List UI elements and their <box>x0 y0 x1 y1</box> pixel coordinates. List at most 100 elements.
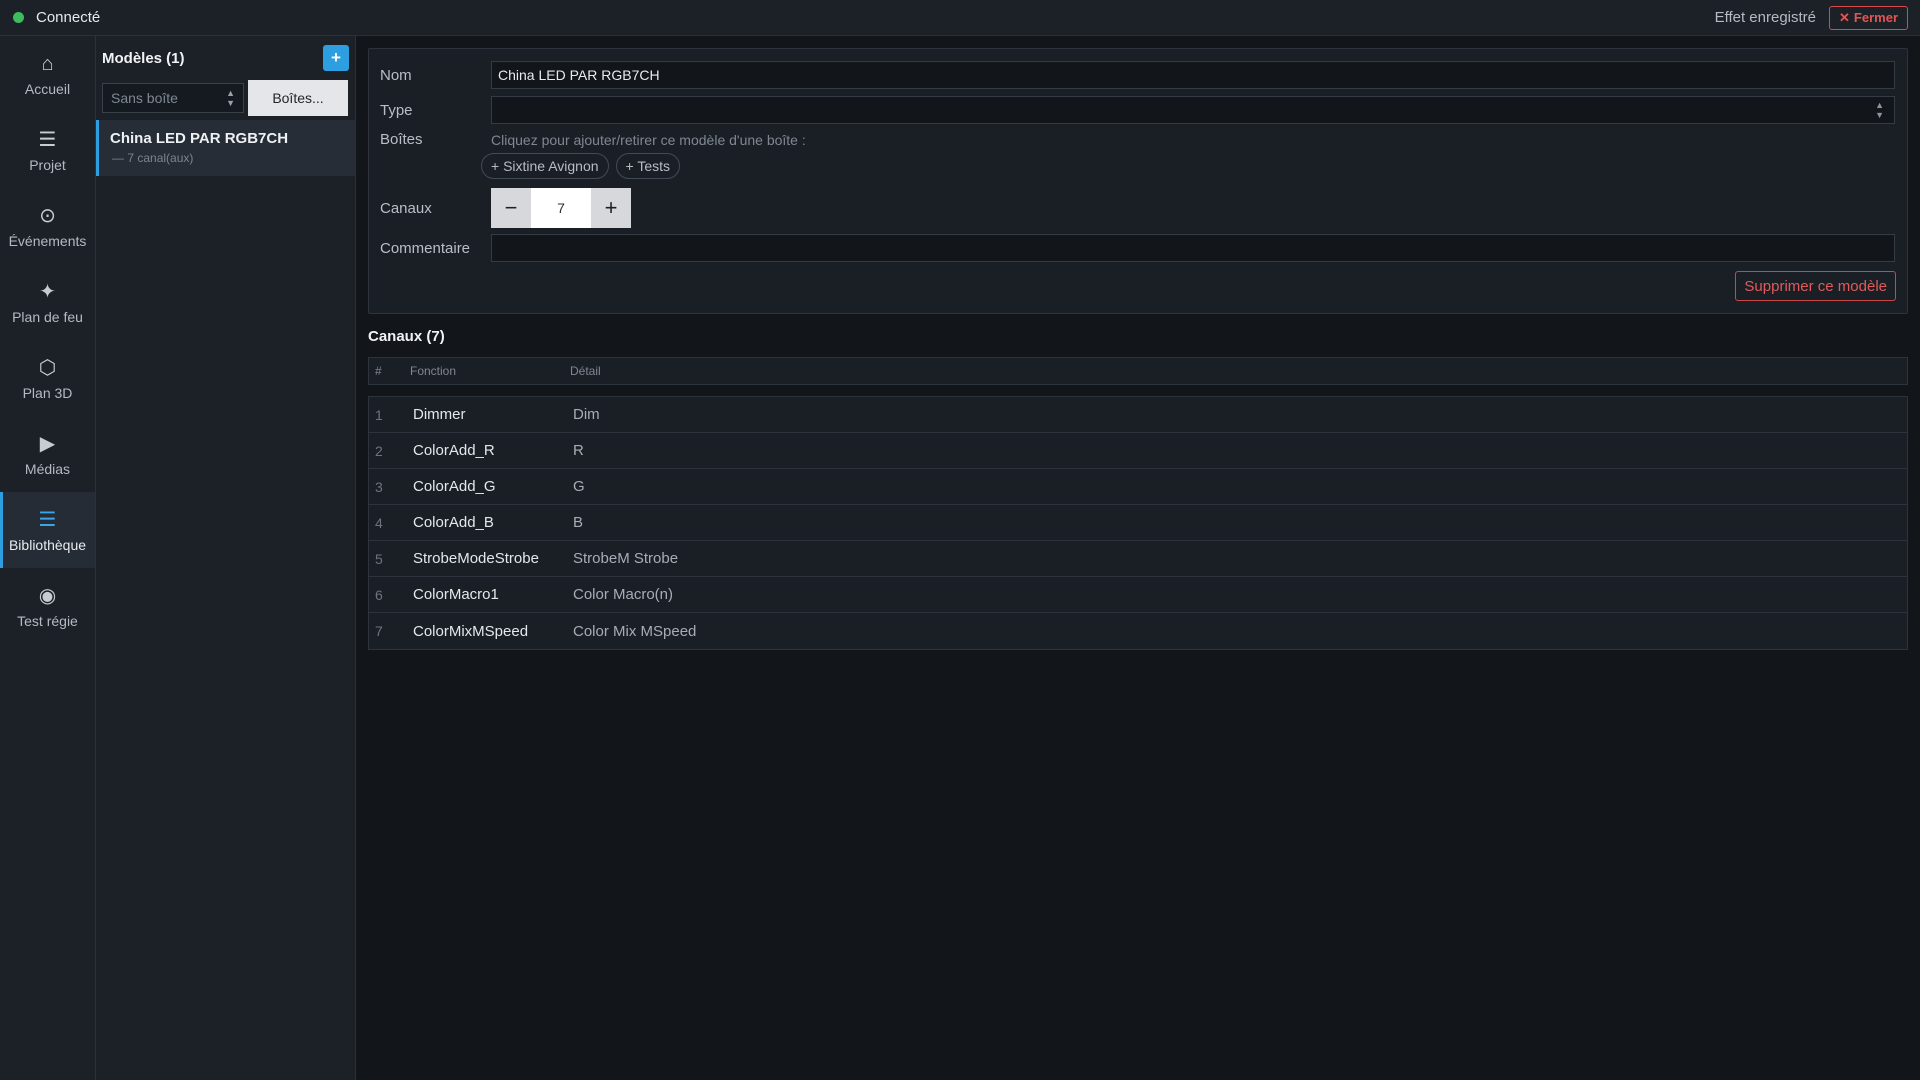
chevron-updown-icon: ▲ ▼ <box>226 88 235 108</box>
name-row: Nom China LED PAR RGB7CH <box>380 61 1895 89</box>
record-icon: ◉ <box>38 585 57 607</box>
channel-function: ColorMacro1 <box>413 586 499 603</box>
sidebar-item-accueil[interactable]: ⌂ Accueil <box>0 36 95 112</box>
save-status-label: Effet enregistré <box>1714 9 1817 26</box>
type-label: Type <box>380 101 413 119</box>
channels-stepper: − 7 + <box>491 188 631 228</box>
connection-status-icon <box>13 12 24 23</box>
comment-label: Commentaire <box>380 239 471 257</box>
model-channel-count: — 7 canal(aux) <box>112 151 194 165</box>
top-bar: Connecté Effet enregistré ✕ Fermer <box>0 0 1920 36</box>
channels-section-title: Canaux (7) <box>368 328 445 345</box>
channel-detail: Color Macro(n) <box>573 586 674 603</box>
channel-detail: Dim <box>573 406 600 423</box>
channels-row: Canaux − 7 + <box>380 188 631 228</box>
increment-button[interactable]: + <box>591 188 631 228</box>
table-row[interactable]: 1 Dimmer Dim <box>369 397 1907 433</box>
sidebar-item-label: Plan de feu <box>12 309 83 325</box>
boxes-row: Boîtes Cliquez pour ajouter/retirer ce m… <box>380 131 806 148</box>
box-chip-sixtine-avignon[interactable]: + Sixtine Avignon <box>481 153 609 179</box>
sidebar-item-label: Bibliothèque <box>8 537 87 553</box>
hexagon-icon: ⬡ <box>38 357 57 379</box>
comment-field[interactable] <box>491 234 1895 262</box>
chevron-updown-icon: ▲ ▼ <box>1875 100 1884 120</box>
sidebar-item-label: Projet <box>29 157 66 173</box>
type-select[interactable]: ▲ ▼ <box>491 96 1895 124</box>
sidebar-item-label: Test régie <box>17 613 78 629</box>
model-form: Nom China LED PAR RGB7CH Type ▲ ▼ Boîtes … <box>368 48 1908 314</box>
target-icon: ⊙ <box>39 205 56 227</box>
sidebar-item-plan-de-feu[interactable]: ✦ Plan de feu <box>0 264 95 340</box>
box-chip-tests[interactable]: + Tests <box>615 153 681 179</box>
sparkle-icon: ✦ <box>39 281 56 303</box>
boxes-hint: Cliquez pour ajouter/retirer ce modèle d… <box>491 131 806 148</box>
sidebar-item-label: Plan 3D <box>22 385 73 401</box>
models-title: Modèles (1) <box>102 49 185 67</box>
topbar-actions: Effet enregistré ✕ Fermer <box>1714 5 1908 30</box>
table-row[interactable]: 5 StrobeModeStrobe StrobeM Strobe <box>369 541 1907 577</box>
models-header: Modèles (1) + <box>96 36 355 80</box>
manage-boxes-button[interactable]: Boîtes... <box>248 80 348 116</box>
sidebar-item-projet[interactable]: ☰ Projet <box>0 112 95 188</box>
channels-table: 1 Dimmer Dim 2 ColorAdd_R R 3 ColorAdd_G… <box>368 396 1908 650</box>
channel-function: Dimmer <box>413 406 466 423</box>
channel-function: ColorAdd_G <box>413 478 496 495</box>
channel-number: 3 <box>375 478 383 495</box>
play-icon: ▶ <box>39 433 56 455</box>
delete-model-button[interactable]: Supprimer ce modèle <box>1735 271 1896 301</box>
model-editor: Nom China LED PAR RGB7CH Type ▲ ▼ Boîtes … <box>368 48 1908 650</box>
box-chips: + Sixtine Avignon + Tests <box>481 153 681 179</box>
channel-detail: Color Mix MSpeed <box>573 622 697 640</box>
close-icon: ✕ <box>1839 9 1850 25</box>
sidebar-item-medias[interactable]: ▶ Médias <box>0 416 95 492</box>
name-field[interactable]: China LED PAR RGB7CH <box>491 61 1895 89</box>
menu-icon: ☰ <box>38 129 57 151</box>
channels-table-header: # Fonction Détail <box>368 357 1908 385</box>
channel-detail: G <box>573 478 585 495</box>
home-icon: ⌂ <box>41 53 54 75</box>
sidebar-nav: ⌂ Accueil ☰ Projet ⊙ Événements ✦ Plan d… <box>0 36 96 1080</box>
column-header-number: # <box>375 364 382 378</box>
decrement-button[interactable]: − <box>491 188 531 228</box>
channel-number: 5 <box>375 550 383 567</box>
channel-number: 1 <box>375 406 383 423</box>
sidebar-item-evenements[interactable]: ⊙ Événements <box>0 188 95 264</box>
sidebar-item-plan-3d[interactable]: ⬡ Plan 3D <box>0 340 95 416</box>
boxes-label: Boîtes <box>380 131 423 148</box>
connection-status-label: Connecté <box>36 9 101 26</box>
model-name: China LED PAR RGB7CH <box>110 130 289 147</box>
channels-count-input[interactable]: 7 <box>531 188 591 228</box>
channels-label: Canaux <box>380 199 432 217</box>
table-row[interactable]: 2 ColorAdd_R R <box>369 433 1907 469</box>
name-label: Nom <box>380 66 412 84</box>
sidebar-item-label: Accueil <box>24 81 71 97</box>
column-header-detail: Détail <box>570 364 601 378</box>
type-row: Type ▲ ▼ <box>380 96 1895 124</box>
sidebar-item-test-regie[interactable]: ◉ Test régie <box>0 568 95 644</box>
box-filter-value: Sans boîte <box>111 90 178 106</box>
channel-function: ColorAdd_B <box>413 514 494 531</box>
channel-number: 6 <box>375 586 383 603</box>
table-row[interactable]: 6 ColorMacro1 Color Macro(n) <box>369 577 1907 613</box>
sidebar-item-label: Événements <box>8 233 87 249</box>
table-row[interactable]: 7 ColorMixMSpeed Color Mix MSpeed <box>369 613 1907 649</box>
sidebar-item-bibliotheque[interactable]: ☰ Bibliothèque <box>0 492 95 568</box>
channel-number: 2 <box>375 442 383 459</box>
list-icon: ☰ <box>38 509 57 531</box>
column-header-function: Fonction <box>410 364 457 378</box>
box-filter-select[interactable]: Sans boîte ▲ ▼ <box>102 83 244 113</box>
close-button-label: Fermer <box>1853 10 1898 25</box>
models-filter-row: Sans boîte ▲ ▼ Boîtes... <box>96 80 355 116</box>
channel-function: StrobeModeStrobe <box>413 550 539 567</box>
channel-detail: B <box>573 514 584 531</box>
channel-function: ColorMixMSpeed <box>413 622 529 640</box>
close-button[interactable]: ✕ Fermer <box>1829 5 1908 30</box>
add-model-button[interactable]: + <box>323 45 349 71</box>
channel-number: 4 <box>375 514 383 531</box>
channel-function: ColorAdd_R <box>413 442 495 459</box>
channel-detail: StrobeM Strobe <box>573 550 679 567</box>
table-row[interactable]: 3 ColorAdd_G G <box>369 469 1907 505</box>
list-item[interactable]: China LED PAR RGB7CH — 7 canal(aux) <box>96 120 355 176</box>
sidebar-item-label: Médias <box>24 461 71 477</box>
table-row[interactable]: 4 ColorAdd_B B <box>369 505 1907 541</box>
